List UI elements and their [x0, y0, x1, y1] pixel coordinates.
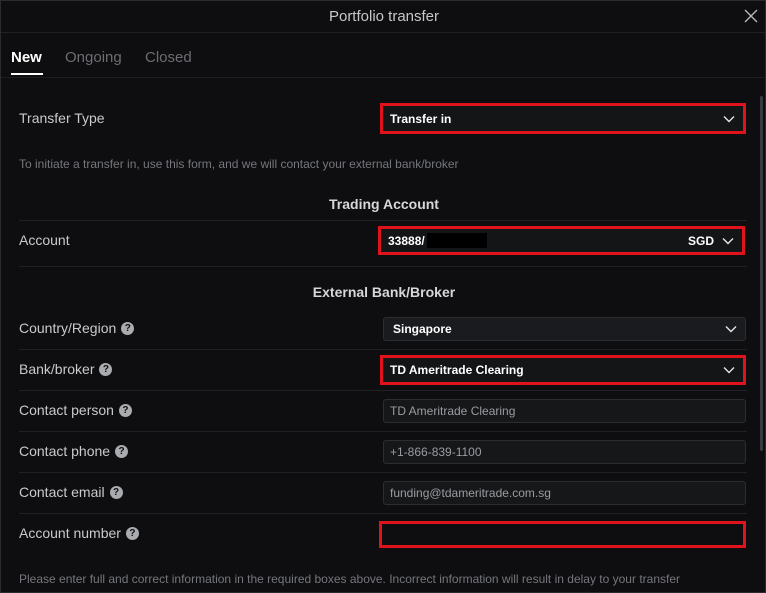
transfer-type-label: Transfer Type	[19, 110, 105, 126]
account-currency: SGD	[687, 233, 714, 248]
chevron-down-icon	[723, 367, 735, 374]
tab-ongoing[interactable]: Ongoing	[65, 49, 122, 66]
divider	[19, 390, 747, 391]
redacted-block	[426, 233, 487, 248]
tab-closed[interactable]: Closed	[145, 49, 192, 66]
account-label: Account	[19, 232, 70, 248]
contact-phone-field[interactable]: +1-866-839-1100	[383, 440, 746, 464]
contact-person-label: Contact person ?	[19, 402, 132, 418]
divider	[19, 472, 747, 473]
footer-hint: Please enter full and correct informatio…	[19, 572, 680, 586]
contact-email-field[interactable]: funding@tdameritrade.com.sg	[383, 481, 746, 505]
chevron-down-icon	[723, 115, 735, 122]
help-icon[interactable]: ?	[121, 321, 135, 335]
dialog-titlebar: Portfolio transfer	[1, 1, 765, 33]
country-region-label-text: Country/Region	[19, 320, 117, 336]
help-icon[interactable]: ?	[99, 362, 113, 376]
transfer-type-value: Transfer in	[390, 111, 452, 126]
bank-broker-label: Bank/broker ?	[19, 361, 113, 377]
bank-broker-select[interactable]: TD Ameritrade Clearing	[380, 355, 746, 385]
help-icon[interactable]: ?	[118, 403, 132, 417]
tab-new[interactable]: New	[11, 49, 42, 66]
bank-broker-label-text: Bank/broker	[19, 361, 95, 377]
divider	[19, 266, 747, 267]
contact-email-label: Contact email ?	[19, 484, 123, 500]
contact-person-field[interactable]: TD Ameritrade Clearing	[383, 399, 746, 423]
account-number-label: Account number ?	[19, 525, 139, 541]
tabs-divider	[1, 77, 765, 78]
contact-phone-label: Contact phone ?	[19, 443, 129, 459]
transfer-intro-hint: To initiate a transfer in, use this form…	[19, 157, 459, 171]
account-number-label-text: Account number	[19, 525, 121, 541]
external-bank-heading: External Bank/Broker	[312, 284, 456, 300]
contact-person-label-text: Contact person	[19, 402, 114, 418]
chevron-down-icon	[725, 326, 737, 333]
country-region-select[interactable]: Singapore	[383, 317, 746, 341]
divider	[19, 431, 747, 432]
scrollbar[interactable]	[760, 96, 763, 451]
account-number-prefix: 33888/	[388, 233, 425, 248]
divider	[19, 513, 747, 514]
country-region-value: Singapore	[393, 322, 452, 336]
contact-phone-label-text: Contact phone	[19, 443, 111, 459]
transfer-type-select[interactable]: Transfer in	[380, 103, 746, 134]
divider	[19, 220, 747, 221]
active-tab-indicator	[11, 73, 43, 75]
help-icon[interactable]: ?	[125, 526, 139, 540]
chevron-down-icon	[722, 237, 734, 244]
close-icon[interactable]	[741, 6, 761, 26]
dialog-title: Portfolio transfer	[328, 8, 440, 25]
portfolio-transfer-dialog: Portfolio transfer New Ongoing Closed Tr…	[0, 0, 766, 593]
account-select[interactable]: 33888/ SGD	[378, 226, 745, 255]
country-region-label: Country/Region ?	[19, 320, 135, 336]
divider	[19, 349, 747, 350]
trading-account-heading: Trading Account	[329, 196, 439, 212]
help-icon[interactable]: ?	[109, 485, 123, 499]
bank-broker-value: TD Ameritrade Clearing	[390, 363, 524, 377]
help-icon[interactable]: ?	[115, 444, 129, 458]
contact-email-label-text: Contact email	[19, 484, 105, 500]
account-number-field[interactable]	[379, 521, 746, 548]
